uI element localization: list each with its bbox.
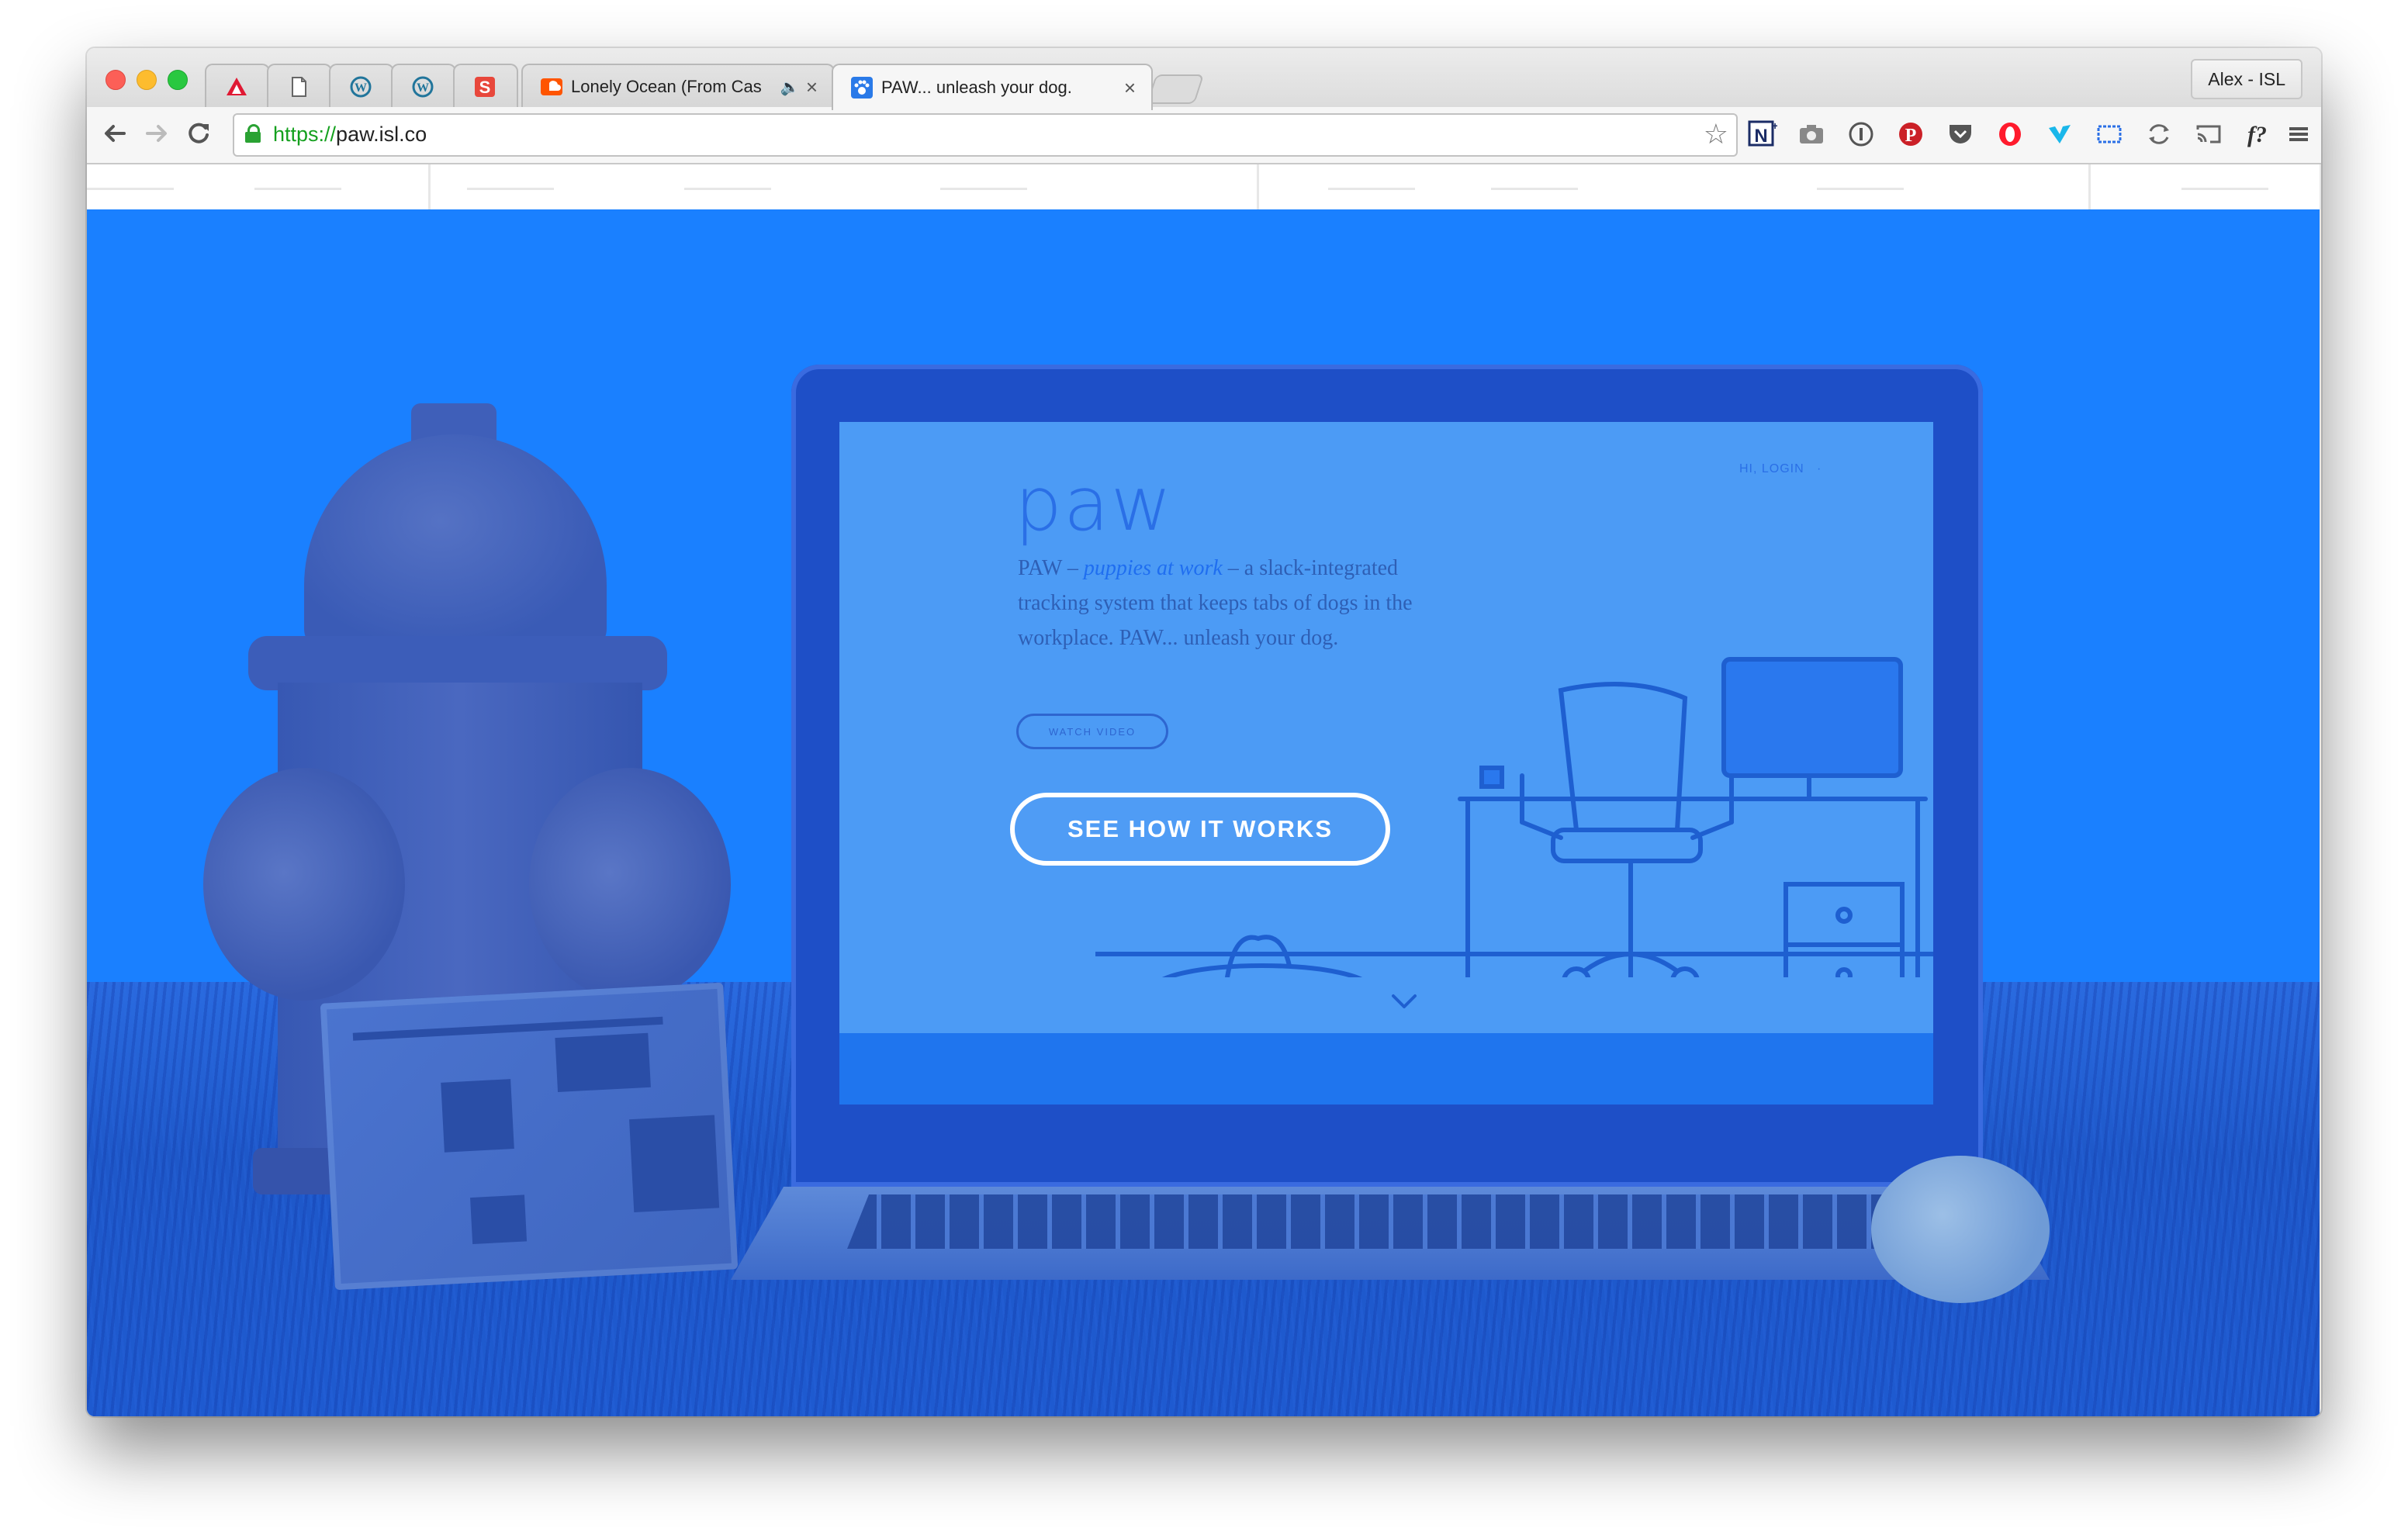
tab-soundcloud[interactable]: Lonely Ocean (From Cas 🔈 × [521,64,835,109]
screen-nav: HI, LOGIN · [1739,462,1822,475]
reload-button[interactable] [182,116,216,150]
svg-text:P: P [1905,126,1917,146]
chevron-down-icon [1392,994,1417,1008]
tab-wordpress-2[interactable]: W [391,64,456,109]
browser-window: W W S Lonely Ocean (From Cas 🔈 × PAW... … [87,48,2321,1416]
url-host: paw.isl.co [336,123,427,146]
copy-prefix: PAW – [1018,556,1084,580]
address-bar[interactable]: https://paw.isl.co ☆ [233,113,1738,157]
cast-icon[interactable] [2192,118,2225,150]
notion-clipper-icon[interactable]: N + [1745,118,1778,150]
delta-icon [227,78,247,95]
back-arrow-icon [105,125,126,142]
sync-icon[interactable] [2143,118,2175,150]
browser-toolbar: https://paw.isl.co ☆ N + P f? [87,107,2321,164]
profile-name: Alex - ISL [2208,68,2285,89]
office-illustration [1095,657,1933,977]
tab-blank[interactable] [267,64,332,109]
see-how-it-works-button[interactable]: SEE HOW IT WORKS [1010,793,1390,866]
camera-icon[interactable] [1795,118,1828,150]
1password-icon[interactable] [1845,118,1877,150]
site-header [87,164,2321,209]
new-tab-button[interactable] [1146,74,1205,104]
laptop-keyboard [847,1194,1933,1249]
svg-text:S: S [479,78,491,97]
speaker-icon[interactable]: 🔈 [780,78,800,97]
tab-wordpress-1[interactable]: W [329,64,394,109]
wordpress-icon: W [412,76,434,98]
tab-title: Lonely Ocean (From Cas [571,77,762,96]
soundcloud-icon [541,78,562,95]
tab-strip: W W S Lonely Ocean (From Cas 🔈 × PAW... … [87,48,2321,110]
svg-text:N: N [1754,126,1767,147]
url-text[interactable]: https://paw.isl.co [273,123,427,147]
reload-icon [189,123,209,143]
url-scheme: https:// [273,123,337,146]
profile-button[interactable]: Alex - ISL [2191,59,2302,99]
close-window-button[interactable] [106,70,126,90]
lock-icon[interactable] [245,124,261,143]
egg-image [1871,1156,2050,1303]
maximize-window-button[interactable] [168,70,188,90]
tab-delta[interactable] [205,64,270,109]
bookmark-star-icon[interactable]: ☆ [1704,118,1728,150]
opera-icon[interactable] [1994,118,2026,150]
pocket-icon[interactable] [1944,118,1977,150]
screen-logo: paw [1015,461,1174,548]
s-app-icon: S [475,77,495,97]
close-tab-icon[interactable]: × [1124,76,1136,100]
minimize-window-button[interactable] [137,70,157,90]
vimeo-icon[interactable] [2043,118,2076,150]
tab-paw[interactable]: PAW... unleash your dog. × [832,64,1153,110]
close-tab-icon[interactable]: × [806,75,818,99]
svg-text:+: + [1772,119,1777,132]
forward-arrow-icon [146,125,167,142]
svg-text:W: W [417,81,429,95]
paw-icon [851,77,873,99]
wordpress-icon: W [350,76,372,98]
blank-page-icon [292,77,306,97]
tab-title: PAW... unleash your dog. [881,78,1072,97]
back-button[interactable] [98,116,132,150]
pinterest-icon[interactable]: P [1894,118,1927,150]
fonts-icon[interactable]: f? [2242,118,2275,150]
scrollbar-track[interactable] [2320,164,2321,1416]
raspberry-pi-image [320,982,739,1291]
hero-section: paw HI, LOGIN · PAW – puppies at work – … [87,209,2321,1416]
svg-text:W: W [355,81,367,95]
screen-capture-icon[interactable] [2093,118,2126,150]
menu-icon[interactable] [2282,118,2315,150]
tab-s-app[interactable]: S [453,64,518,109]
forward-button[interactable] [140,116,174,150]
svg-text:f?: f? [2247,122,2267,147]
page-viewport: paw HI, LOGIN · PAW – puppies at work – … [87,164,2321,1416]
